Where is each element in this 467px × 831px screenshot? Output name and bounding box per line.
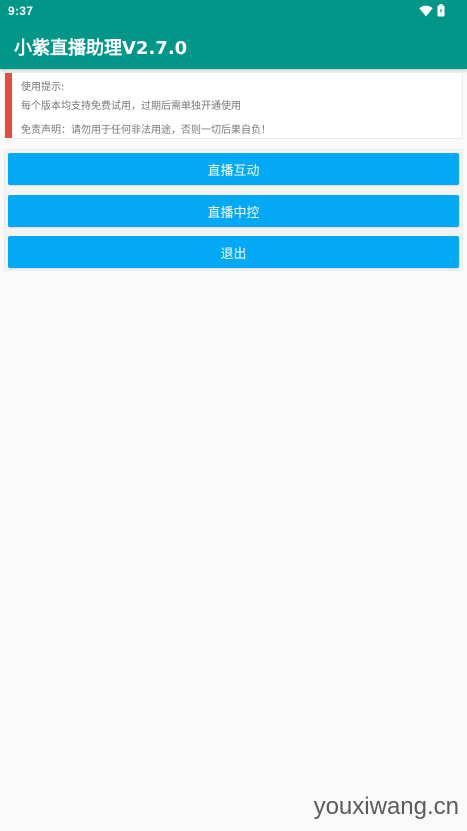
exit-button[interactable]: 退出 — [8, 236, 459, 268]
notice-card: 使用提示: 每个版本均支持免费试用，过期后需单独开通使用 免责声明：请勿用于任何… — [4, 72, 463, 139]
notice-trial-text: 每个版本均支持免费试用，过期后需单独开通使用 — [21, 101, 241, 112]
notice-heading: 使用提示: — [21, 82, 65, 93]
live-interaction-button[interactable]: 直播互动 — [8, 153, 459, 185]
notice-disclaimer-text: 免责声明：请勿用于任何非法用途，否则一切后果自负！ — [21, 125, 271, 136]
status-bar: 9:37 — [0, 0, 467, 24]
notice-accent-bar — [5, 73, 12, 138]
app-screen: 9:37 小紫直播助理V2.7.0 使用提示: 每个版本均支持免费试用，过期后需… — [0, 0, 467, 831]
watermark: youxiwang.cn — [313, 793, 459, 820]
status-icons — [419, 3, 445, 19]
live-control-button[interactable]: 直播中控 — [8, 195, 459, 227]
app-bar: 小紫直播助理V2.7.0 — [0, 24, 467, 69]
app-title: 小紫直播助理V2.7.0 — [14, 38, 188, 59]
status-time: 9:37 — [8, 4, 34, 18]
battery-icon — [437, 2, 445, 21]
button-group: 直播互动 直播中控 退出 — [4, 149, 463, 271]
wifi-icon — [419, 2, 433, 21]
